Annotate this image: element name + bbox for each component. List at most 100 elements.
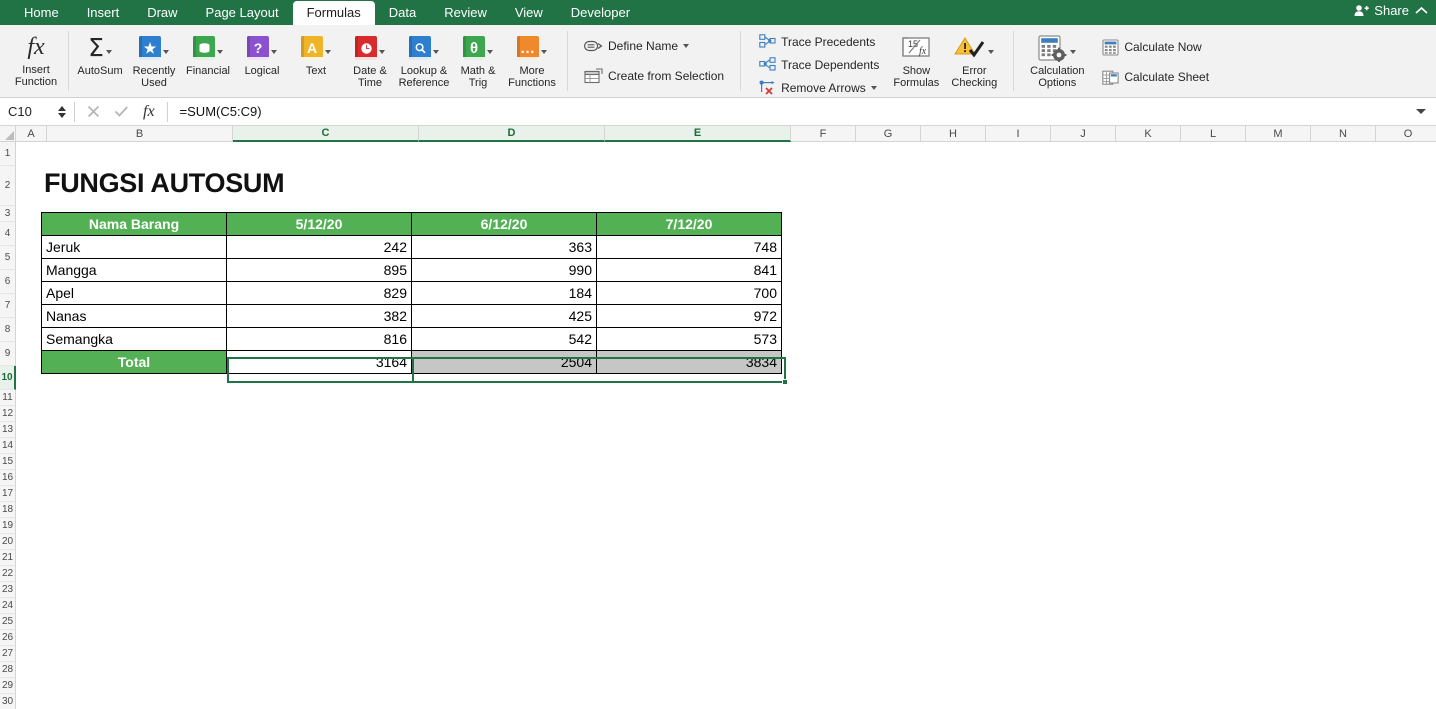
row-header-4[interactable]: 4 [0, 222, 16, 246]
cell-name[interactable]: Jeruk [41, 235, 227, 259]
error-checking-button[interactable]: Error Checking [945, 27, 1003, 97]
name-box[interactable]: C10 [0, 98, 72, 125]
column-header-c[interactable]: C [233, 126, 419, 142]
error-checking-caret-icon[interactable] [988, 50, 995, 54]
row-header-27[interactable]: 27 [0, 646, 16, 662]
table-row[interactable]: Jeruk 242 363 748 [41, 235, 782, 259]
row-header-8[interactable]: 8 [0, 318, 16, 342]
column-header-g[interactable]: G [856, 126, 921, 142]
row-header-3[interactable]: 3 [0, 206, 16, 222]
trace-dependents-button[interactable]: Trace Dependents [753, 55, 885, 74]
calculation-options-caret-icon[interactable] [1070, 50, 1077, 54]
name-box-spinner[interactable] [58, 105, 72, 118]
cell-value[interactable]: 748 [596, 235, 782, 259]
row-header-21[interactable]: 21 [0, 550, 16, 566]
spinner-down-icon[interactable] [58, 112, 66, 118]
row-header-13[interactable]: 13 [0, 422, 16, 438]
autosum-button[interactable]: Σ AutoSum [73, 27, 127, 97]
math-trig-button[interactable]: θ Math & Trig [451, 27, 505, 97]
financial-button[interactable]: Financial [181, 27, 235, 97]
cell-total-c10[interactable]: 3164 [226, 350, 412, 374]
confirm-icon[interactable] [114, 105, 129, 118]
chevron-down-icon[interactable] [1416, 109, 1426, 114]
define-name-caret-icon[interactable] [683, 44, 690, 48]
chevron-up-icon[interactable] [1415, 6, 1428, 15]
calculate-sheet-button[interactable]: Calculate Sheet [1096, 66, 1215, 88]
create-from-selection-button[interactable]: Create from Selection [578, 65, 730, 87]
row-header-15[interactable]: 15 [0, 454, 16, 470]
financial-caret-icon[interactable] [217, 50, 223, 54]
define-name-button[interactable]: Define Name [578, 35, 730, 57]
lookup-reference-caret-icon[interactable] [433, 50, 439, 54]
column-header-e[interactable]: E [605, 126, 791, 142]
cell-total-d10[interactable]: 2504 [411, 350, 597, 374]
calculation-options-button[interactable]: Calculation Options [1024, 27, 1090, 97]
cell-value[interactable]: 425 [411, 304, 597, 328]
row-header-24[interactable]: 24 [0, 598, 16, 614]
column-header-m[interactable]: M [1246, 126, 1311, 142]
spinner-up-icon[interactable] [58, 105, 66, 111]
select-all-corner[interactable] [0, 126, 16, 142]
tab-developer[interactable]: Developer [557, 1, 644, 25]
cell-value[interactable]: 542 [411, 327, 597, 351]
tab-formulas[interactable]: Formulas [292, 1, 375, 25]
cell-name[interactable]: Mangga [41, 258, 227, 282]
tab-view[interactable]: View [501, 1, 557, 25]
cancel-icon[interactable] [87, 105, 100, 118]
column-header-k[interactable]: K [1116, 126, 1181, 142]
tab-data[interactable]: Data [375, 1, 430, 25]
row-header-10[interactable]: 10 [0, 366, 16, 390]
column-header-b[interactable]: B [47, 126, 233, 142]
insert-function-button[interactable]: fx Insert Function [8, 27, 64, 97]
fill-handle[interactable] [782, 379, 788, 385]
row-header-1[interactable]: 1 [0, 142, 16, 166]
row-header-28[interactable]: 28 [0, 662, 16, 678]
more-functions-button[interactable]: … More Functions [505, 27, 559, 97]
table-row[interactable]: Nanas 382 425 972 [41, 304, 782, 328]
remove-arrows-button[interactable]: Remove Arrows [753, 78, 885, 97]
remove-arrows-caret-icon[interactable] [870, 85, 877, 90]
column-header-i[interactable]: I [986, 126, 1051, 142]
date-time-button[interactable]: Date & Time [343, 27, 397, 97]
cell-value[interactable]: 972 [596, 304, 782, 328]
row-header-25[interactable]: 25 [0, 614, 16, 630]
date-time-caret-icon[interactable] [379, 50, 385, 54]
cell-value[interactable]: 382 [226, 304, 412, 328]
cell-value[interactable]: 242 [226, 235, 412, 259]
cell-value[interactable]: 829 [226, 281, 412, 305]
table-row[interactable]: Semangka 816 542 573 [41, 327, 782, 351]
cell-value[interactable]: 816 [226, 327, 412, 351]
column-header-n[interactable]: N [1311, 126, 1376, 142]
text-caret-icon[interactable] [325, 50, 331, 54]
row-header-22[interactable]: 22 [0, 566, 16, 582]
row-header-16[interactable]: 16 [0, 470, 16, 486]
cell-value[interactable]: 990 [411, 258, 597, 282]
row-header-23[interactable]: 23 [0, 582, 16, 598]
row-header-18[interactable]: 18 [0, 502, 16, 518]
row-header-7[interactable]: 7 [0, 294, 16, 318]
formula-input[interactable]: =SUM(C5:C9) [170, 98, 1416, 125]
share-button[interactable]: Share [1354, 3, 1409, 18]
row-header-6[interactable]: 6 [0, 270, 16, 294]
more-functions-caret-icon[interactable] [541, 50, 547, 54]
row-header-30[interactable]: 30 [0, 694, 16, 709]
cell-value[interactable]: 363 [411, 235, 597, 259]
column-header-o[interactable]: O [1376, 126, 1436, 142]
show-formulas-button[interactable]: 15 fx Show Formulas [887, 27, 945, 97]
row-header-11[interactable]: 11 [0, 390, 16, 406]
logical-button[interactable]: ? Logical [235, 27, 289, 97]
row-header-5[interactable]: 5 [0, 246, 16, 270]
lookup-reference-button[interactable]: Lookup & Reference [397, 27, 451, 97]
column-header-d[interactable]: D [419, 126, 605, 142]
column-header-h[interactable]: H [921, 126, 986, 142]
cell-value[interactable]: 841 [596, 258, 782, 282]
cell-name[interactable]: Apel [41, 281, 227, 305]
calculate-now-button[interactable]: Calculate Now [1096, 36, 1215, 58]
row-header-12[interactable]: 12 [0, 406, 16, 422]
autosum-caret-icon[interactable] [105, 50, 112, 54]
cell-name[interactable]: Nanas [41, 304, 227, 328]
tab-review[interactable]: Review [430, 1, 501, 25]
cell-total-e10[interactable]: 3834 [596, 350, 782, 374]
row-header-19[interactable]: 19 [0, 518, 16, 534]
row-header-14[interactable]: 14 [0, 438, 16, 454]
